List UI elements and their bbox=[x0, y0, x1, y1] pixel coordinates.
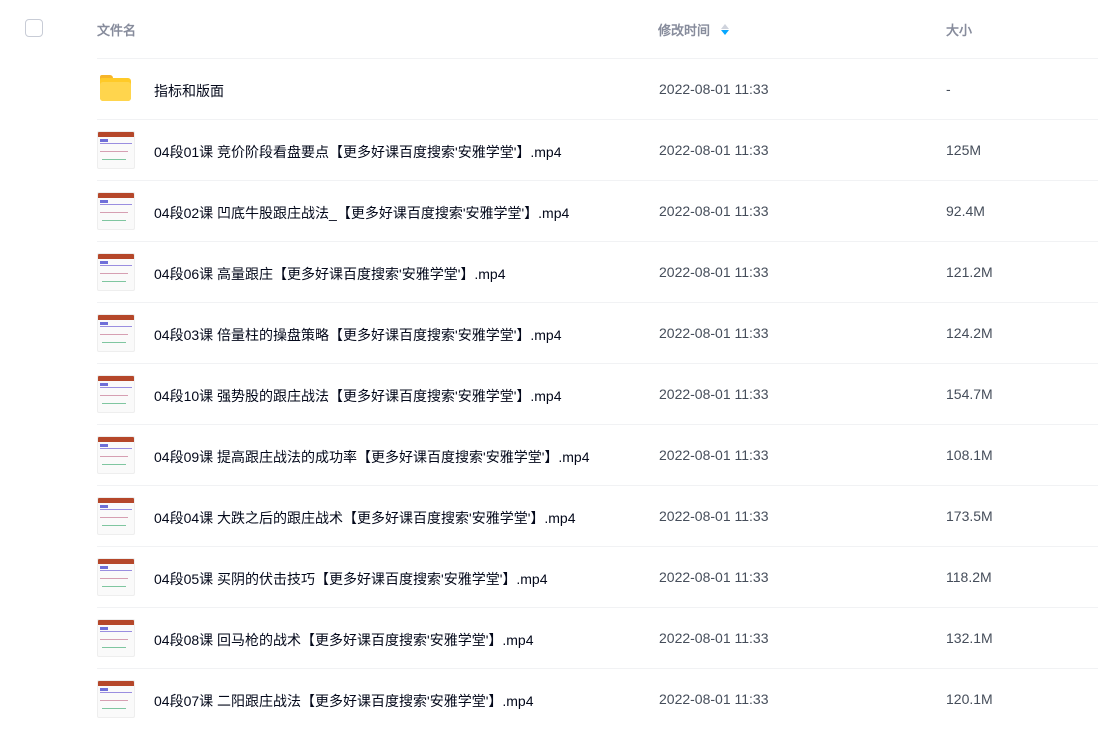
video-thumbnail-icon bbox=[97, 497, 135, 535]
file-row[interactable]: 04段09课 提高跟庄战法的成功率【更多好课百度搜索'安雅学堂'】.mp4 202… bbox=[97, 424, 1098, 485]
file-name[interactable]: 04段02课 凹底牛股跟庄战法_【更多好课百度搜索'安雅学堂'】.mp4 bbox=[154, 203, 569, 223]
video-thumbnail-icon bbox=[97, 131, 135, 169]
select-all-checkbox[interactable] bbox=[25, 19, 43, 37]
video-thumbnail-icon bbox=[97, 375, 135, 413]
video-thumbnail-icon bbox=[97, 253, 135, 291]
file-modified-time: 2022-08-01 11:33 bbox=[659, 142, 769, 158]
file-size: 92.4M bbox=[946, 203, 985, 219]
file-row[interactable]: 04段02课 凹底牛股跟庄战法_【更多好课百度搜索'安雅学堂'】.mp4 2022… bbox=[97, 180, 1098, 241]
file-modified-time: 2022-08-01 11:33 bbox=[659, 81, 769, 97]
file-size: 121.2M bbox=[946, 264, 993, 280]
file-name[interactable]: 04段08课 回马枪的战术【更多好课百度搜索'安雅学堂'】.mp4 bbox=[154, 630, 534, 650]
file-name[interactable]: 04段07课 二阳跟庄战法【更多好课百度搜索'安雅学堂'】.mp4 bbox=[154, 691, 534, 711]
file-row[interactable]: 04段01课 竞价阶段看盘要点【更多好课百度搜索'安雅学堂'】.mp4 2022-… bbox=[97, 119, 1098, 180]
file-row[interactable]: 04段10课 强势股的跟庄战法【更多好课百度搜索'安雅学堂'】.mp4 2022-… bbox=[97, 363, 1098, 424]
video-thumbnail-icon bbox=[97, 314, 135, 352]
video-thumbnail-icon bbox=[97, 619, 135, 657]
file-row[interactable]: 04段07课 二阳跟庄战法【更多好课百度搜索'安雅学堂'】.mp4 2022-08… bbox=[97, 668, 1098, 729]
file-row[interactable]: 04段08课 回马枪的战术【更多好课百度搜索'安雅学堂'】.mp4 2022-08… bbox=[97, 607, 1098, 668]
file-size: 125M bbox=[946, 142, 982, 158]
file-row[interactable]: 04段06课 高量跟庄【更多好课百度搜索'安雅学堂'】.mp4 2022-08-0… bbox=[97, 241, 1098, 302]
column-header-name[interactable]: 文件名 bbox=[97, 20, 136, 39]
file-size: 124.2M bbox=[946, 325, 993, 341]
video-thumbnail-icon bbox=[97, 680, 135, 718]
file-size: 120.1M bbox=[946, 691, 993, 707]
file-modified-time: 2022-08-01 11:33 bbox=[659, 203, 769, 219]
file-size: - bbox=[946, 81, 951, 97]
file-list-header: 文件名 修改时间 大小 bbox=[0, 0, 1098, 58]
file-row[interactable]: 指标和版面 2022-08-01 11:33 - bbox=[97, 58, 1098, 119]
video-thumbnail-icon bbox=[97, 436, 135, 474]
file-modified-time: 2022-08-01 11:33 bbox=[659, 325, 769, 341]
file-modified-time: 2022-08-01 11:33 bbox=[659, 508, 769, 524]
file-size: 132.1M bbox=[946, 630, 993, 646]
file-size: 173.5M bbox=[946, 508, 993, 524]
column-header-time-label: 修改时间 bbox=[658, 23, 711, 38]
column-header-time[interactable]: 修改时间 bbox=[658, 20, 730, 39]
file-list: 指标和版面 2022-08-01 11:33 - 04段01课 竞价阶段看盘要点【更多… bbox=[97, 58, 1098, 729]
file-name[interactable]: 04段03课 倍量柱的操盘策略【更多好课百度搜索'安雅学堂'】.mp4 bbox=[154, 325, 562, 345]
file-modified-time: 2022-08-01 11:33 bbox=[659, 691, 769, 707]
file-row[interactable]: 04段03课 倍量柱的操盘策略【更多好课百度搜索'安雅学堂'】.mp4 2022-… bbox=[97, 302, 1098, 363]
file-modified-time: 2022-08-01 11:33 bbox=[659, 447, 769, 463]
file-name[interactable]: 04段10课 强势股的跟庄战法【更多好课百度搜索'安雅学堂'】.mp4 bbox=[154, 386, 562, 406]
file-name[interactable]: 04段04课 大跌之后的跟庄战术【更多好课百度搜索'安雅学堂'】.mp4 bbox=[154, 508, 576, 528]
file-size: 118.2M bbox=[946, 569, 992, 585]
folder-icon bbox=[100, 75, 131, 101]
file-modified-time: 2022-08-01 11:33 bbox=[659, 630, 769, 646]
file-name[interactable]: 04段05课 买阴的伏击技巧【更多好课百度搜索'安雅学堂'】.mp4 bbox=[154, 569, 548, 589]
file-modified-time: 2022-08-01 11:33 bbox=[659, 264, 769, 280]
file-name[interactable]: 04段01课 竞价阶段看盘要点【更多好课百度搜索'安雅学堂'】.mp4 bbox=[154, 142, 562, 162]
file-row[interactable]: 04段05课 买阴的伏击技巧【更多好课百度搜索'安雅学堂'】.mp4 2022-0… bbox=[97, 546, 1098, 607]
file-size: 108.1M bbox=[946, 447, 993, 463]
column-header-size[interactable]: 大小 bbox=[946, 20, 972, 39]
file-modified-time: 2022-08-01 11:33 bbox=[659, 386, 769, 402]
file-row[interactable]: 04段04课 大跌之后的跟庄战术【更多好课百度搜索'安雅学堂'】.mp4 2022… bbox=[97, 485, 1098, 546]
video-thumbnail-icon bbox=[97, 192, 135, 230]
video-thumbnail-icon bbox=[97, 558, 135, 596]
file-modified-time: 2022-08-01 11:33 bbox=[659, 569, 769, 585]
sort-desc-icon[interactable] bbox=[721, 23, 730, 36]
file-name[interactable]: 指标和版面 bbox=[154, 81, 224, 101]
file-name[interactable]: 04段06课 高量跟庄【更多好课百度搜索'安雅学堂'】.mp4 bbox=[154, 264, 506, 284]
file-name[interactable]: 04段09课 提高跟庄战法的成功率【更多好课百度搜索'安雅学堂'】.mp4 bbox=[154, 447, 590, 467]
file-size: 154.7M bbox=[946, 386, 993, 402]
